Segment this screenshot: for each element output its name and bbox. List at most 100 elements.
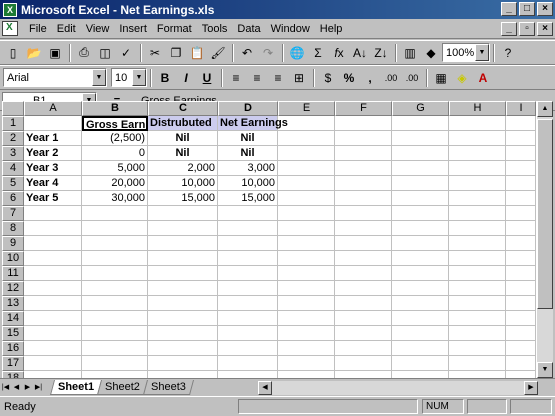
cell-d14[interactable] xyxy=(218,311,278,326)
cell-a3[interactable]: Year 2 xyxy=(24,146,82,161)
column-header-f[interactable]: F xyxy=(335,101,392,116)
cell-f10[interactable] xyxy=(335,251,392,266)
cell-a15[interactable] xyxy=(24,326,82,341)
copy-icon[interactable]: ❐ xyxy=(166,43,186,63)
cell-i4[interactable] xyxy=(506,161,536,176)
drawing-icon[interactable]: ◆ xyxy=(421,43,441,63)
menu-view[interactable]: View xyxy=(81,23,115,35)
cell-c17[interactable] xyxy=(148,356,218,371)
print-icon[interactable]: ⎙ xyxy=(74,43,94,63)
cell-g11[interactable] xyxy=(392,266,449,281)
cell-e10[interactable] xyxy=(278,251,335,266)
row-header[interactable]: 4 xyxy=(2,161,24,176)
cell-h13[interactable] xyxy=(449,296,506,311)
cell-a13[interactable] xyxy=(24,296,82,311)
cell-e15[interactable] xyxy=(278,326,335,341)
column-header-e[interactable]: E xyxy=(278,101,335,116)
row-header[interactable]: 14 xyxy=(2,311,24,326)
help-icon[interactable]: ? xyxy=(498,43,518,63)
cell-h18[interactable] xyxy=(449,371,506,378)
cell-a2[interactable]: Year 1 xyxy=(24,131,82,146)
cell-i13[interactable] xyxy=(506,296,536,311)
sort-descending-icon[interactable]: Z↓ xyxy=(371,43,391,63)
open-icon[interactable]: 📂 xyxy=(24,43,44,63)
select-all-button[interactable] xyxy=(2,101,24,116)
cell-g16[interactable] xyxy=(392,341,449,356)
cell-d16[interactable] xyxy=(218,341,278,356)
row-header[interactable]: 13 xyxy=(2,296,24,311)
cell-g12[interactable] xyxy=(392,281,449,296)
menu-file[interactable]: File xyxy=(24,23,52,35)
maximize-button[interactable]: □ xyxy=(519,2,535,16)
cell-a1[interactable] xyxy=(24,116,82,131)
cell-b1[interactable]: Gross Earnir xyxy=(82,116,148,131)
first-sheet-icon[interactable]: |◀ xyxy=(0,381,11,394)
cell-f9[interactable] xyxy=(335,236,392,251)
cell-f3[interactable] xyxy=(335,146,392,161)
cell-b18[interactable] xyxy=(82,371,148,378)
currency-icon[interactable]: $ xyxy=(318,68,338,88)
cell-c8[interactable] xyxy=(148,221,218,236)
cell-i11[interactable] xyxy=(506,266,536,281)
cell-b8[interactable] xyxy=(82,221,148,236)
cell-d1[interactable]: Net Earnings xyxy=(218,116,288,131)
scroll-up-icon[interactable]: ▲ xyxy=(537,101,553,117)
cell-e17[interactable] xyxy=(278,356,335,371)
cell-h16[interactable] xyxy=(449,341,506,356)
cell-i16[interactable] xyxy=(506,341,536,356)
cell-b13[interactable] xyxy=(82,296,148,311)
tab-sheet1[interactable]: Sheet1 xyxy=(49,379,103,395)
cell-f17[interactable] xyxy=(335,356,392,371)
cell-e9[interactable] xyxy=(278,236,335,251)
menu-help[interactable]: Help xyxy=(315,23,348,35)
fill-color-icon[interactable]: ◈ xyxy=(452,68,472,88)
cell-c9[interactable] xyxy=(148,236,218,251)
cell-f11[interactable] xyxy=(335,266,392,281)
cell-c11[interactable] xyxy=(148,266,218,281)
row-header[interactable]: 17 xyxy=(2,356,24,371)
cell-a11[interactable] xyxy=(24,266,82,281)
cell-b16[interactable] xyxy=(82,341,148,356)
chevron-down-icon[interactable]: ▼ xyxy=(92,69,106,86)
font-name-select[interactable]: Arial ▼ xyxy=(3,68,107,87)
align-left-icon[interactable]: ≡ xyxy=(226,68,246,88)
redo-icon[interactable]: ↷ xyxy=(258,43,278,63)
cell-c10[interactable] xyxy=(148,251,218,266)
align-center-icon[interactable]: ≡ xyxy=(247,68,267,88)
menu-data[interactable]: Data xyxy=(232,23,265,35)
cell-e8[interactable] xyxy=(278,221,335,236)
cell-i8[interactable] xyxy=(506,221,536,236)
underline-button[interactable]: U xyxy=(197,68,217,88)
cell-h4[interactable] xyxy=(449,161,506,176)
minimize-button[interactable]: _ xyxy=(501,2,517,16)
cell-d5[interactable]: 10,000 xyxy=(218,176,278,191)
cell-c15[interactable] xyxy=(148,326,218,341)
function-icon[interactable]: fx xyxy=(329,43,349,63)
cell-g4[interactable] xyxy=(392,161,449,176)
chart-wizard-icon[interactable]: ▥ xyxy=(400,43,420,63)
row-header[interactable]: 3 xyxy=(2,146,24,161)
cell-f16[interactable] xyxy=(335,341,392,356)
tab-sheet2[interactable]: Sheet2 xyxy=(97,379,148,395)
cell-d7[interactable] xyxy=(218,206,278,221)
cell-e6[interactable] xyxy=(278,191,335,206)
cell-c12[interactable] xyxy=(148,281,218,296)
cell-c13[interactable] xyxy=(148,296,218,311)
cell-h17[interactable] xyxy=(449,356,506,371)
cell-e2[interactable] xyxy=(278,131,335,146)
cell-h2[interactable] xyxy=(449,131,506,146)
menu-tools[interactable]: Tools xyxy=(197,23,233,35)
cell-g18[interactable] xyxy=(392,371,449,378)
worksheet-grid[interactable]: A B C D E F G H I 1 Gross Earnir Distrubut… xyxy=(2,101,536,378)
row-header[interactable]: 6 xyxy=(2,191,24,206)
menu-window[interactable]: Window xyxy=(266,23,315,35)
cell-i3[interactable] xyxy=(506,146,536,161)
column-header-i[interactable]: I xyxy=(506,101,536,116)
cell-b5[interactable]: 20,000 xyxy=(82,176,148,191)
cell-h11[interactable] xyxy=(449,266,506,281)
cell-d10[interactable] xyxy=(218,251,278,266)
cell-g2[interactable] xyxy=(392,131,449,146)
cell-e4[interactable] xyxy=(278,161,335,176)
cell-g9[interactable] xyxy=(392,236,449,251)
cell-c7[interactable] xyxy=(148,206,218,221)
